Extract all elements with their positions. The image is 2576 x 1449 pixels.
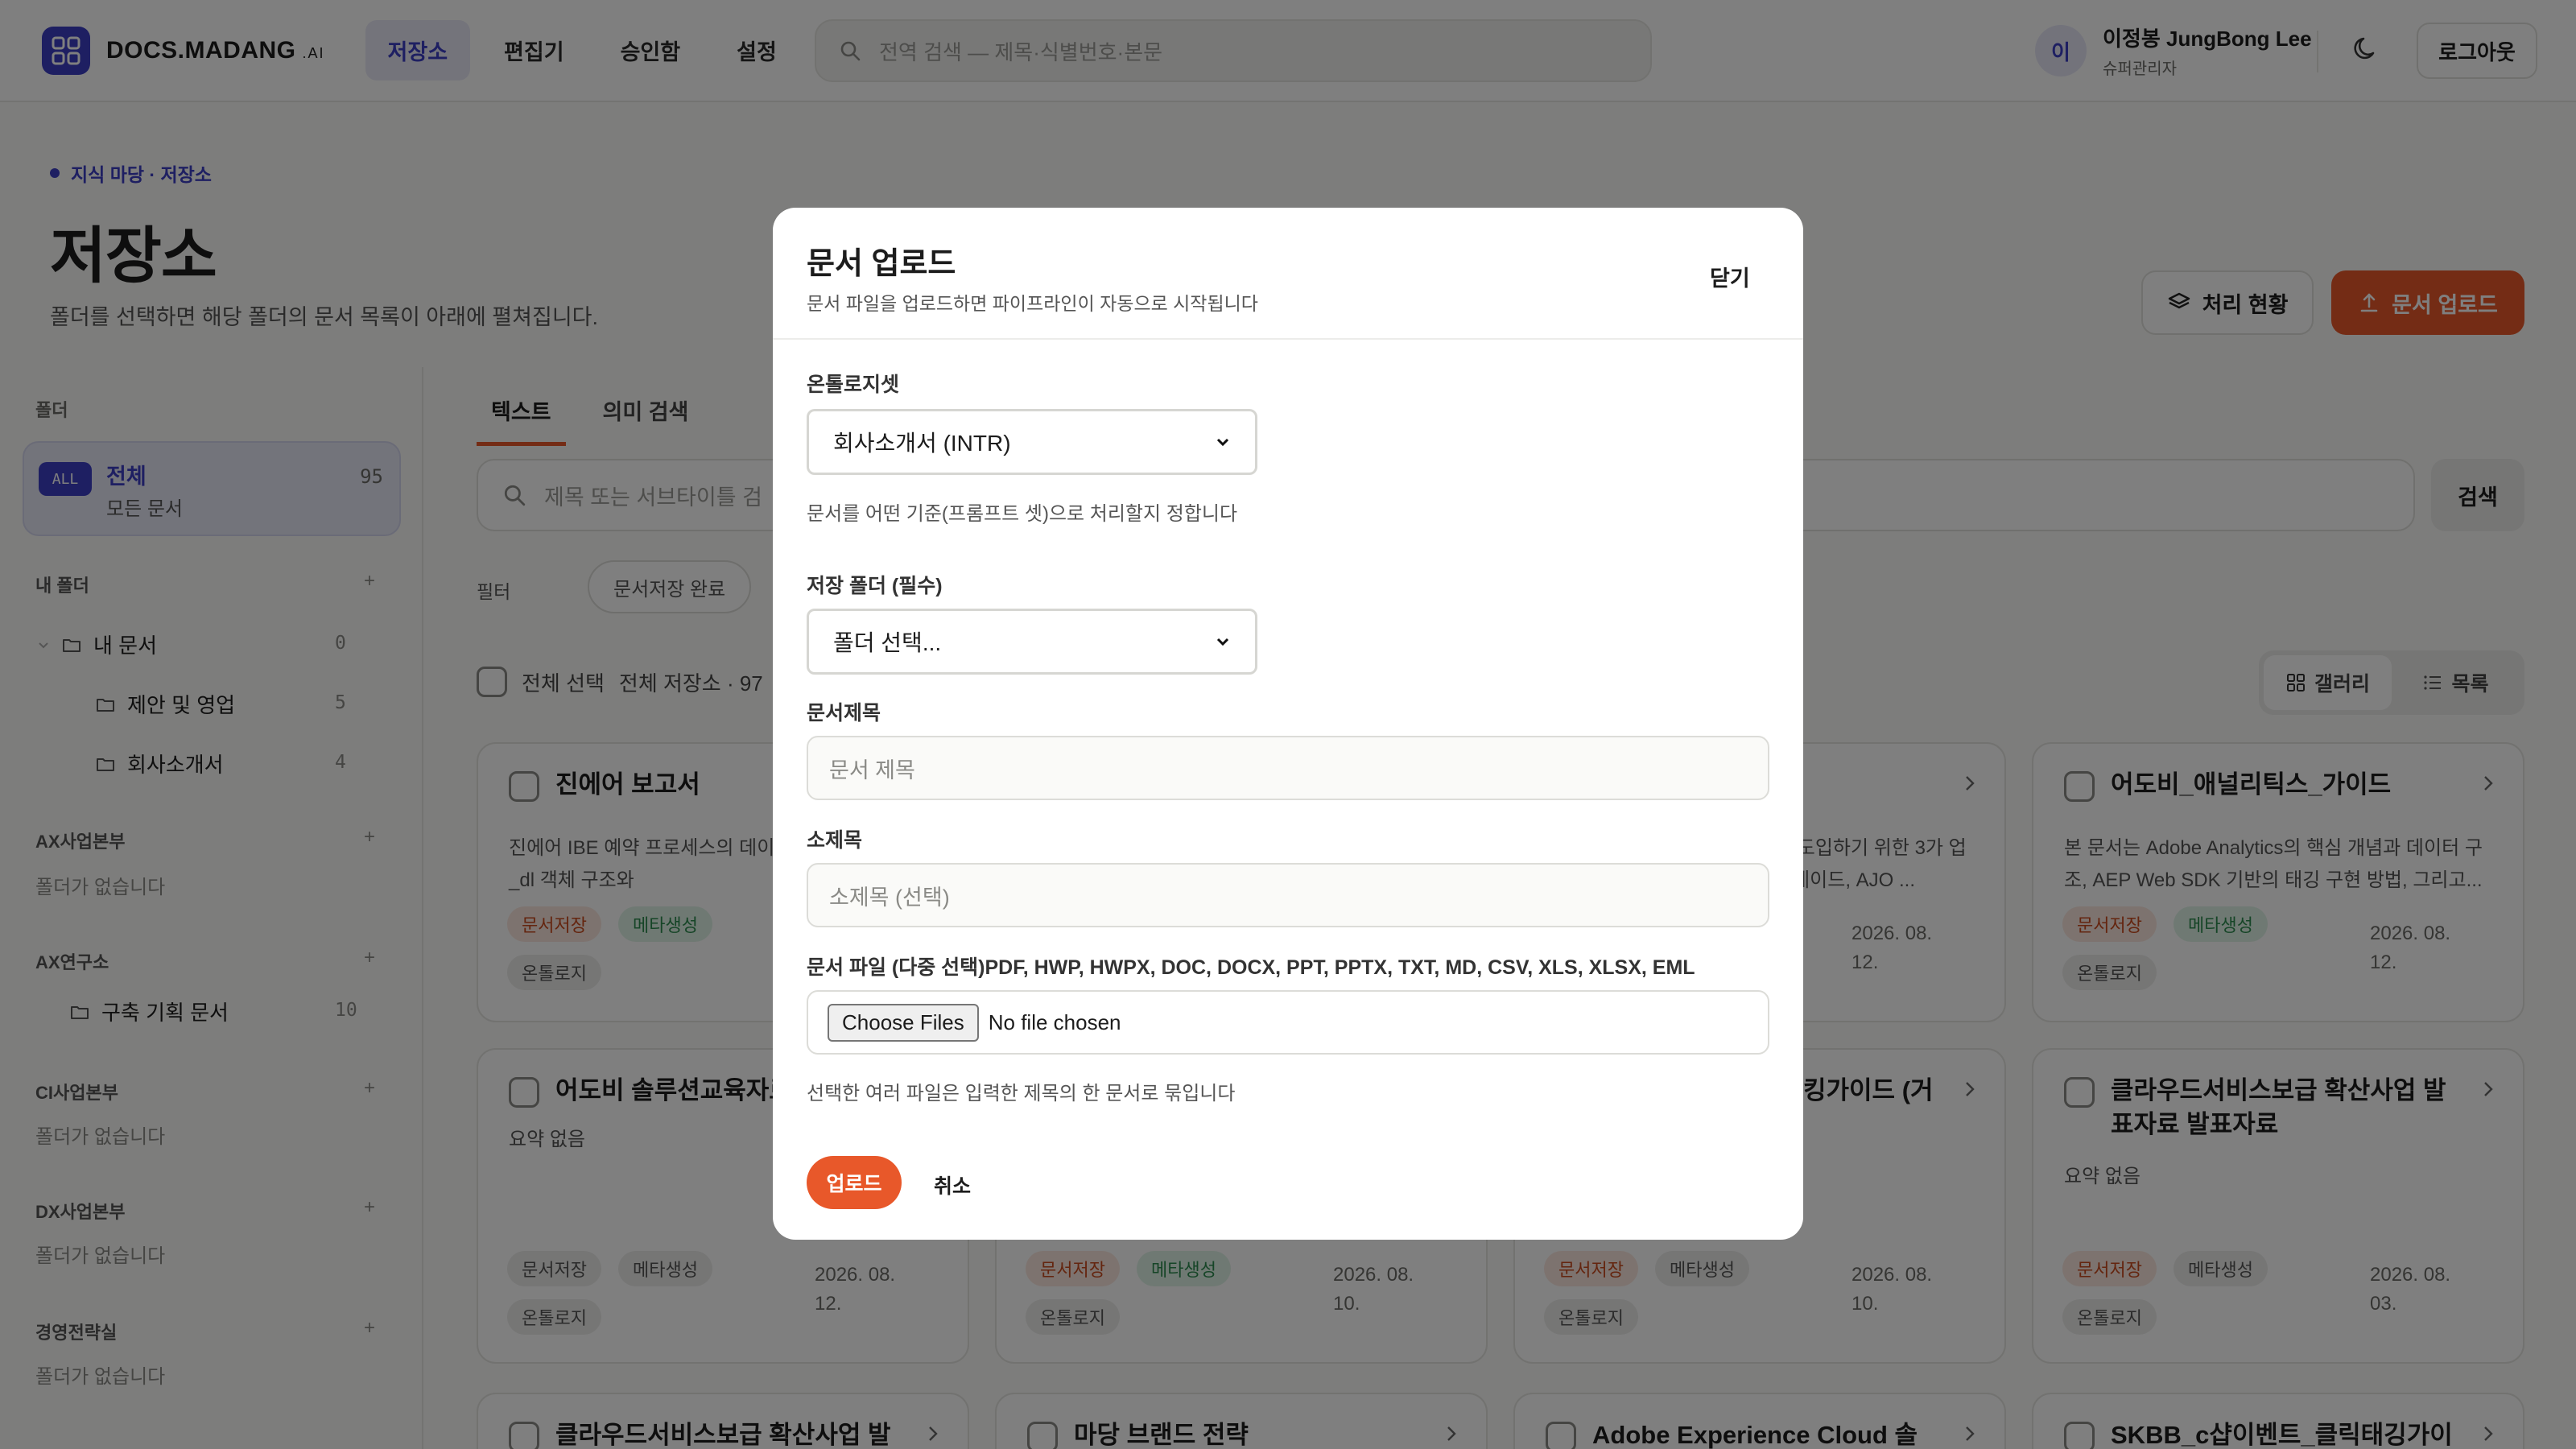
cancel-button[interactable]: 취소 bbox=[934, 1170, 971, 1199]
ontology-help: 문서를 어떤 기준(프롬프트 셋)으로 처리할지 정합니다 bbox=[807, 503, 1238, 525]
file-help: 선택한 여러 파일은 입력한 제목의 한 문서로 묶입니다 bbox=[807, 1083, 1236, 1104]
doc-title-label: 문서제목 bbox=[807, 702, 881, 724]
chevron-down-icon bbox=[1215, 434, 1231, 450]
ontology-select[interactable]: 회사소개서 (INTR) bbox=[807, 409, 1257, 475]
folder-label: 저장 폴더 (필수) bbox=[807, 575, 943, 597]
ontology-value: 회사소개서 (INTR) bbox=[833, 431, 1011, 456]
modal-subtitle: 문서 파일을 업로드하면 파이프라인이 자동으로 시작됩니다 bbox=[807, 293, 1258, 314]
doc-title-placeholder: 문서 제목 bbox=[829, 758, 915, 782]
upload-button[interactable]: 업로드 bbox=[807, 1156, 902, 1209]
modal-title: 문서 업로드 bbox=[807, 247, 956, 281]
file-label: 문서 파일 (다중 선택)PDF, HWP, HWPX, DOC, DOCX, … bbox=[807, 956, 1695, 979]
folder-value: 폴더 선택... bbox=[833, 630, 942, 655]
choose-files-button[interactable]: Choose Files bbox=[828, 1003, 979, 1042]
modal-divider bbox=[773, 338, 1803, 340]
file-input[interactable]: Choose Files No file chosen bbox=[807, 990, 1769, 1055]
ontology-label: 온톨로지셋 bbox=[807, 374, 900, 396]
folder-select[interactable]: 폴더 선택... bbox=[807, 609, 1257, 675]
doc-title-input[interactable]: 문서 제목 bbox=[807, 736, 1769, 800]
modal-close-button[interactable]: 닫기 bbox=[1710, 261, 1750, 292]
subtitle-placeholder: 소제목 (선택) bbox=[829, 885, 950, 910]
subtitle-input[interactable]: 소제목 (선택) bbox=[807, 863, 1769, 927]
chevron-down-icon bbox=[1215, 634, 1231, 650]
subtitle-label: 소제목 bbox=[807, 829, 863, 852]
upload-modal: 문서 업로드 문서 파일을 업로드하면 파이프라인이 자동으로 시작됩니다 닫기… bbox=[773, 208, 1803, 1240]
file-status: No file chosen bbox=[988, 1009, 1121, 1034]
